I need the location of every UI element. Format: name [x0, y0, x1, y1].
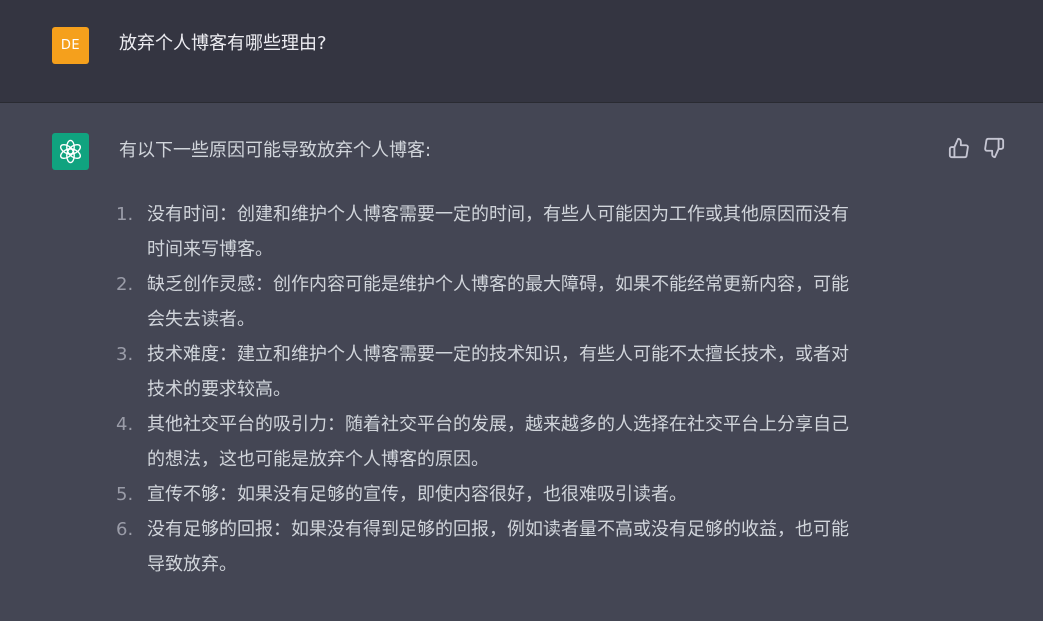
answer-list: 1. 没有时间：创建和维护个人博客需要一定的时间，有些人可能因为工作或其他原因而… [114, 197, 934, 582]
item-line: 宣传不够：如果没有足够的宣传，即使内容很好，也很难吸引读者。 [147, 484, 687, 505]
user-question: 放弃个人博客有哪些理由? [119, 33, 327, 54]
assistant-message-row: 有以下一些原因可能导致放弃个人博客: 1. 没有时间：创建和维护个人博客需要一定… [0, 103, 1043, 621]
thumbs-up-button[interactable] [948, 137, 970, 159]
item-line: 缺乏创作灵感：创作内容可能是维护个人博客的最大障碍，如果不能经常更新内容，可能 [147, 274, 849, 295]
thumbs-up-icon [948, 137, 969, 159]
item-line: 技术的要求较高。 [147, 379, 291, 400]
list-item: 6. 没有足够的回报：如果没有得到足够的回报，例如读者量不高或没有足够的收益，也… [114, 512, 934, 582]
openai-logo-icon [59, 139, 82, 164]
item-line: 其他社交平台的吸引力：随着社交平台的发展，越来越多的人选择在社交平台上分享自己 [147, 414, 849, 435]
item-line: 没有足够的回报：如果没有得到足够的回报，例如读者量不高或没有足够的收益，也可能 [147, 519, 849, 540]
user-message-row: DE 放弃个人博客有哪些理由? [0, 0, 1043, 103]
list-item: 1. 没有时间：创建和维护个人博客需要一定的时间，有些人可能因为工作或其他原因而… [114, 197, 934, 267]
item-line: 导致放弃。 [147, 554, 237, 575]
list-item: 5. 宣传不够：如果没有足够的宣传，即使内容很好，也很难吸引读者。 [114, 477, 934, 512]
item-line: 的想法，这也可能是放弃个人博客的原因。 [147, 449, 489, 470]
item-number: 3. [116, 344, 134, 365]
assistant-intro: 有以下一些原因可能导致放弃个人博客: [119, 140, 432, 161]
item-number: 2. [116, 274, 134, 295]
item-line: 时间来写博客。 [147, 239, 273, 260]
list-item: 2. 缺乏创作灵感：创作内容可能是维护个人博客的最大障碍，如果不能经常更新内容，… [114, 267, 934, 337]
list-item: 4. 其他社交平台的吸引力：随着社交平台的发展，越来越多的人选择在社交平台上分享… [114, 407, 934, 477]
list-item: 3. 技术难度：建立和维护个人博客需要一定的技术知识，有些人可能不太擅长技术，或… [114, 337, 934, 407]
item-number: 6. [116, 519, 134, 540]
item-number: 1. [116, 204, 134, 225]
item-number: 5. [116, 484, 134, 505]
item-line: 没有时间：创建和维护个人博客需要一定的时间，有些人可能因为工作或其他原因而没有 [147, 204, 849, 225]
item-line: 技术难度：建立和维护个人博客需要一定的技术知识，有些人可能不太擅长技术，或者对 [147, 344, 849, 365]
item-line: 会失去读者。 [147, 309, 255, 330]
thumbs-down-icon [984, 137, 1005, 159]
thumbs-down-button[interactable] [983, 137, 1005, 159]
assistant-avatar [52, 133, 89, 170]
user-avatar: DE [52, 27, 89, 64]
item-number: 4. [116, 414, 134, 435]
